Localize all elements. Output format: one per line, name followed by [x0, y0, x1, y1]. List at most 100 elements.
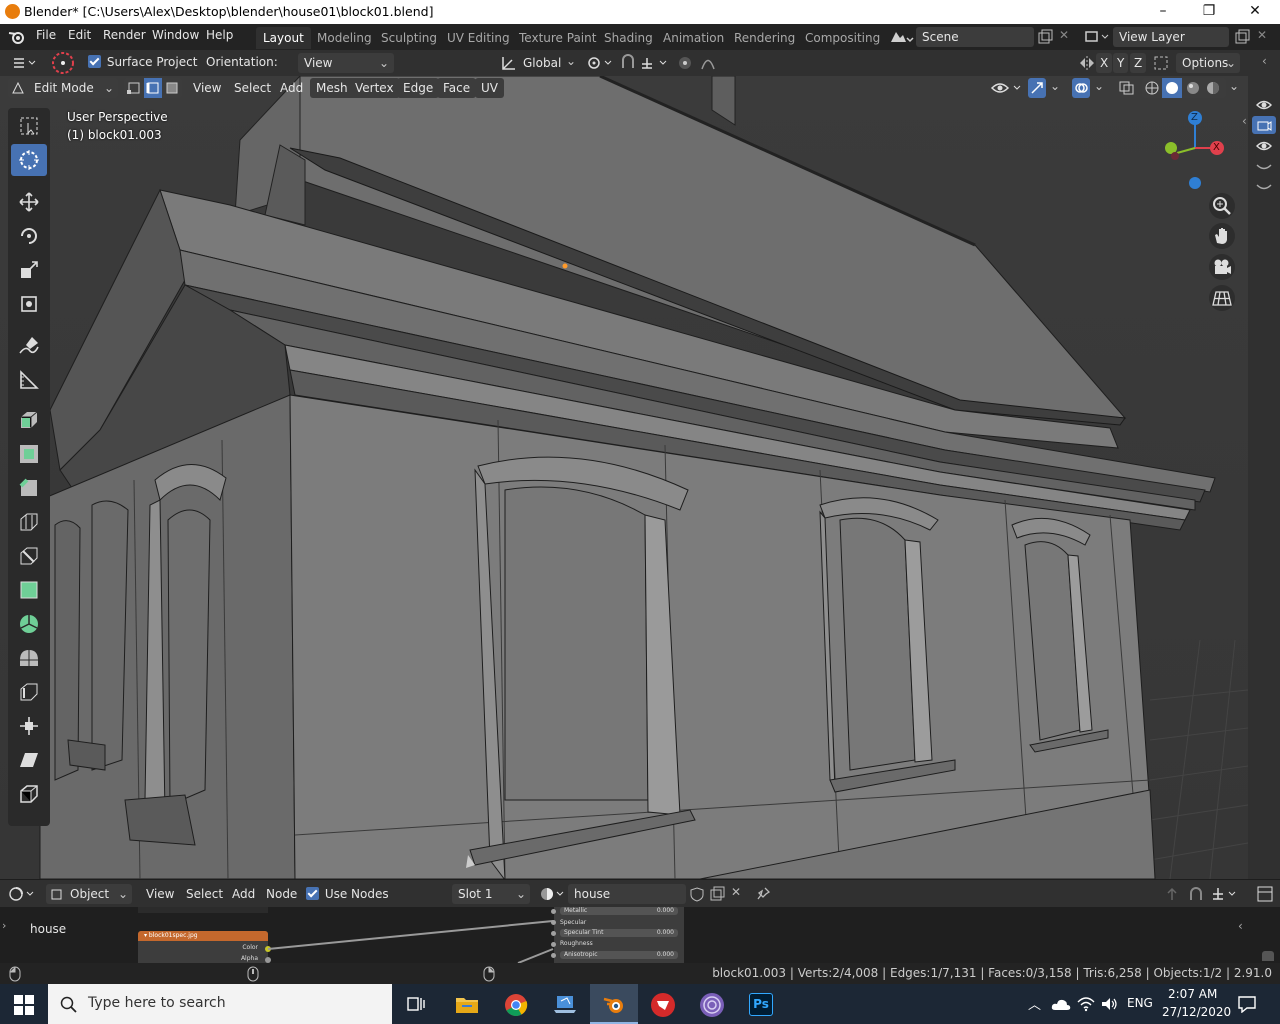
tool-type-dropdown-icon[interactable]	[10, 54, 40, 72]
material-name-field[interactable]: house	[568, 884, 686, 904]
options-dropdown[interactable]: Options ⌄	[1176, 53, 1240, 73]
input-socket[interactable]	[551, 942, 556, 947]
tab-animation[interactable]: Animation	[656, 27, 731, 49]
visibility-dropdown-icon[interactable]	[990, 79, 1024, 97]
node-menu-select[interactable]: Select	[186, 884, 223, 904]
chevron-down-icon[interactable]: ⌄	[1094, 79, 1104, 93]
rendered-shading-icon[interactable]	[1206, 81, 1220, 95]
smooth-tool[interactable]	[11, 642, 47, 674]
snap-node-icon[interactable]	[1188, 886, 1204, 902]
inset-faces-tool[interactable]	[11, 438, 47, 470]
shader-node-area[interactable]: › house ▾ block01spec.jpg Color Alpha Me…	[0, 907, 1280, 963]
menu-uv[interactable]: UV	[475, 78, 504, 98]
poly-build-tool[interactable]	[11, 574, 47, 606]
minimize-button[interactable]: –	[1140, 0, 1186, 24]
extrude-region-tool[interactable]	[11, 404, 47, 436]
loop-cut-tool[interactable]	[11, 506, 47, 538]
chevron-left-icon[interactable]: ‹	[1238, 919, 1243, 933]
snap-icon[interactable]	[620, 54, 670, 72]
input-socket[interactable]	[551, 920, 556, 925]
unlink-material-icon[interactable]: ✕	[731, 885, 741, 899]
eye-closed-icon[interactable]	[1256, 180, 1272, 194]
notifications-icon[interactable]	[1237, 995, 1257, 1013]
material-browse-icon[interactable]	[538, 885, 568, 903]
tab-rendering[interactable]: Rendering	[727, 27, 802, 49]
mirror-x-toggle[interactable]: X	[1096, 53, 1113, 73]
region-toggle[interactable]	[1262, 951, 1274, 961]
red-app-icon[interactable]	[650, 992, 676, 1018]
select-box-tool[interactable]	[11, 110, 47, 142]
pan-button[interactable]	[1209, 223, 1235, 249]
wifi-icon[interactable]	[1077, 996, 1095, 1012]
specular-tint-field[interactable]: Specular Tint 0.000	[560, 929, 678, 937]
task-view-icon[interactable]	[406, 994, 426, 1014]
spin-tool[interactable]	[11, 608, 47, 640]
close-button[interactable]: ✕	[1232, 0, 1278, 24]
use-nodes-checkbox[interactable]	[306, 887, 319, 900]
overlays-toggle-button[interactable]	[1072, 78, 1090, 98]
chevron-left-icon[interactable]: ‹	[1262, 54, 1267, 68]
language-indicator[interactable]: ENG	[1127, 996, 1153, 1010]
photoshop-icon[interactable]: Ps	[749, 993, 773, 1016]
anisotropic-field[interactable]: Anisotropic 0.000	[560, 951, 678, 959]
view-layer-field[interactable]: View Layer	[1113, 27, 1229, 47]
orientation-dropdown[interactable]: View ⌄	[298, 53, 394, 73]
solid-shading-button[interactable]	[1162, 78, 1182, 98]
material-shading-icon[interactable]	[1186, 81, 1200, 95]
menu-file[interactable]: File	[36, 28, 56, 42]
tab-sculpting[interactable]: Sculpting	[374, 27, 444, 49]
face-select-icon[interactable]	[165, 81, 179, 95]
menu-help[interactable]: Help	[206, 28, 233, 42]
node-menu-node[interactable]: Node	[266, 884, 297, 904]
new-scene-icon[interactable]	[1037, 29, 1053, 45]
tab-modeling[interactable]: Modeling	[310, 27, 379, 49]
onedrive-icon[interactable]	[1051, 996, 1071, 1012]
tab-shading[interactable]: Shading	[597, 27, 660, 49]
mirror-icon[interactable]	[1078, 54, 1096, 72]
clock-date[interactable]: 27/12/2020	[1162, 1005, 1231, 1019]
gizmo-toggle-button[interactable]	[1028, 78, 1046, 98]
principled-bsdf-node[interactable]: Metallic 0.000 Specular Specular Tint 0.00…	[551, 907, 684, 963]
perspective-toggle-button[interactable]	[1209, 285, 1235, 311]
tab-layout[interactable]: Layout	[256, 27, 311, 49]
chrome-icon[interactable]	[504, 993, 528, 1017]
snap-element-icon[interactable]	[1210, 885, 1240, 903]
edge-slide-tool[interactable]	[11, 676, 47, 708]
proportional-editing-icon[interactable]	[676, 54, 726, 72]
selectable-toggle[interactable]	[1252, 116, 1276, 134]
zoom-button[interactable]	[1209, 193, 1235, 219]
menu-face[interactable]: Face	[437, 78, 477, 98]
chevron-left-icon[interactable]: ‹	[1242, 114, 1247, 128]
purple-app-icon[interactable]	[699, 992, 725, 1018]
camera-view-button[interactable]	[1209, 254, 1235, 280]
eye-closed-icon[interactable]	[1256, 160, 1272, 174]
shader-type-dropdown[interactable]: Object ⌄	[46, 884, 132, 904]
volume-icon[interactable]	[1100, 996, 1118, 1012]
chevron-down-icon[interactable]: ⌄	[566, 54, 576, 68]
node-menu-view[interactable]: View	[146, 884, 174, 904]
tab-uv-editing[interactable]: UV Editing	[440, 27, 517, 49]
rotate-tool[interactable]	[11, 220, 47, 252]
metallic-field[interactable]: Metallic 0.000	[560, 907, 678, 915]
scene-name-field[interactable]: Scene	[916, 27, 1034, 47]
chevron-right-icon[interactable]: ›	[2, 919, 6, 932]
menu-vertex[interactable]: Vertex	[349, 78, 400, 98]
chevron-down-icon[interactable]: ⌄	[1229, 79, 1239, 93]
taskbar-search-box[interactable]: Type here to search	[48, 984, 392, 1024]
file-explorer-icon[interactable]	[455, 993, 479, 1015]
menu-window[interactable]: Window	[152, 28, 199, 42]
view-layer-selector-icon[interactable]	[1084, 29, 1112, 45]
mirror-z-toggle[interactable]: Z	[1130, 53, 1147, 73]
vertex-select-icon[interactable]	[127, 81, 141, 95]
bevel-tool[interactable]	[11, 472, 47, 504]
eye-icon[interactable]	[1256, 139, 1272, 153]
cursor-tool[interactable]	[11, 144, 47, 176]
wireframe-shading-icon[interactable]	[1145, 81, 1159, 95]
menu-edit[interactable]: Edit	[68, 28, 91, 42]
menu-select[interactable]: Select	[234, 78, 271, 98]
cursor-tool-icon[interactable]	[50, 51, 76, 75]
parent-node-tree-icon[interactable]	[1164, 886, 1180, 902]
image-texture-node[interactable]: ▾ block01spec.jpg Color Alpha	[138, 931, 271, 963]
blender-menu-icon[interactable]	[8, 29, 26, 45]
mode-dropdown[interactable]: Edit Mode ⌄	[8, 78, 118, 98]
